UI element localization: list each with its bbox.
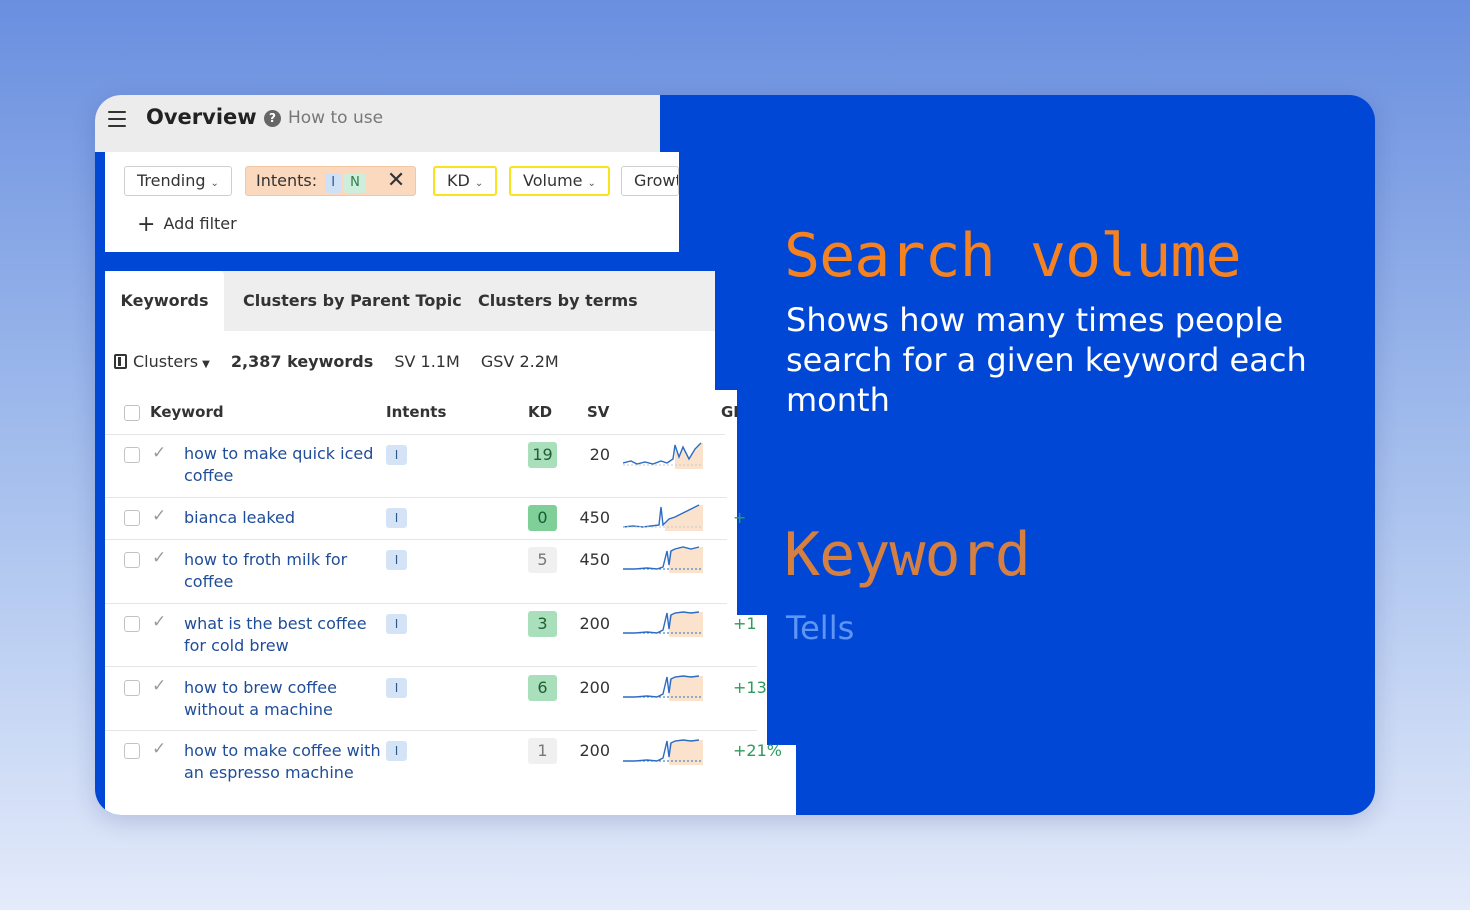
add-filter-button[interactable]: + Add filter [137, 212, 237, 237]
keyword-count: 2,387 keywords [230, 352, 374, 371]
menu-icon[interactable] [108, 111, 126, 127]
row-divider [105, 497, 727, 498]
clusters-toggle[interactable]: Clusters [133, 352, 198, 371]
sv-value: 200 [579, 614, 610, 633]
intents-label: Intents: [256, 171, 318, 190]
trend-sparkline [623, 739, 703, 765]
sv-value: 20 [589, 445, 610, 464]
intent-badge: I [386, 614, 407, 634]
intent-badge: I [386, 678, 407, 698]
chevron-down-icon: ⌄ [587, 178, 596, 189]
row-divider [105, 539, 727, 540]
trend-sparkline [623, 442, 703, 469]
kd-label: KD [447, 171, 470, 190]
growth-filter-button[interactable]: Growt [621, 166, 679, 196]
intent-n-pill: N [344, 173, 366, 193]
row-checkbox[interactable] [124, 616, 140, 632]
row-checkbox[interactable] [124, 510, 140, 526]
caret-down-icon[interactable]: ▼ [202, 359, 210, 370]
check-icon: ✓ [152, 612, 167, 632]
filters-panel: Trending ⌄ Intents: IN ✕ KD ⌄ Volume ⌄ Grow… [105, 152, 679, 252]
column-header-gi[interactable]: GI [721, 403, 739, 421]
intent-badge: I [386, 445, 407, 465]
total-sv: SV 1.1M [394, 352, 460, 371]
volume-filter-button[interactable]: Volume ⌄ [509, 166, 610, 196]
sv-value: 450 [579, 508, 610, 527]
keyword-link[interactable]: what is the best coffee for cold brew [184, 613, 384, 657]
intent-badge: I [386, 550, 407, 570]
intent-badge: I [386, 508, 407, 528]
row-divider [105, 730, 757, 731]
row-divider [105, 666, 757, 667]
keyword-link[interactable]: how to make quick iced coffee [184, 443, 384, 487]
chevron-down-icon: ⌄ [474, 178, 484, 189]
row-checkbox[interactable] [124, 680, 140, 696]
row-checkbox[interactable] [124, 743, 140, 759]
select-all-checkbox[interactable] [124, 405, 140, 421]
volume-label: Volume [523, 171, 583, 190]
header-divider [105, 434, 725, 435]
column-header-kd[interactable]: KD [528, 403, 552, 421]
sv-value: 200 [579, 678, 610, 697]
promo-card: Overview ? How to use Trending ⌄ Intents:… [95, 95, 1375, 815]
column-header-sv[interactable]: SV [587, 403, 609, 421]
help-icon[interactable]: ? [264, 110, 281, 127]
check-icon: ✓ [152, 443, 167, 463]
intents-filter-button[interactable]: Intents: IN ✕ [245, 166, 417, 196]
tabs-bar: Keywords Clusters by Parent Topic Cluste… [105, 271, 715, 331]
column-header-keyword[interactable]: Keyword [150, 403, 224, 421]
summary-row: Clusters ▼ 2,387 keywords SV 1.1M GSV 2.2… [114, 352, 559, 371]
check-icon: ✓ [152, 676, 167, 696]
heading-keyword: Keyword [784, 520, 1031, 590]
intent-badge: I [386, 741, 407, 761]
tab-keywords[interactable]: Keywords [105, 271, 224, 331]
trend-sparkline [623, 546, 703, 573]
check-icon: ✓ [152, 506, 167, 526]
page-title: Overview [146, 105, 257, 129]
row-checkbox[interactable] [124, 552, 140, 568]
growth-value: +13 [733, 678, 767, 697]
check-icon: ✓ [152, 548, 167, 568]
keyword-link[interactable]: how to brew coffee without a machine [184, 677, 384, 721]
check-icon: ✓ [152, 739, 167, 759]
trend-sparkline [623, 611, 703, 637]
chevron-down-icon: ⌄ [210, 178, 219, 189]
sv-value: 450 [579, 550, 610, 569]
add-filter-label: Add filter [163, 214, 237, 233]
intent-i-pill: I [325, 173, 342, 193]
keyword-link[interactable]: bianca leaked [184, 507, 384, 529]
growth-label: Growt [634, 171, 679, 190]
trending-label: Trending [137, 171, 206, 190]
keyword-link[interactable]: how to froth milk for coffee [184, 549, 384, 593]
growth-value: + [733, 508, 747, 527]
keyword-description: Tells [786, 609, 855, 647]
plus-icon: + [137, 212, 156, 237]
column-header-intents[interactable]: Intents [386, 403, 446, 421]
growth-value: +1 [733, 614, 757, 633]
kd-filter-button[interactable]: KD ⌄ [433, 166, 498, 196]
tab-clusters-terms[interactable]: Clusters by terms [478, 271, 638, 331]
trend-sparkline [623, 675, 703, 701]
how-to-use-link[interactable]: How to use [288, 108, 383, 128]
growth-value: +21% [733, 741, 782, 760]
keyword-link[interactable]: how to make coffee with an espresso mach… [184, 740, 384, 784]
trending-filter-button[interactable]: Trending ⌄ [124, 166, 232, 196]
heading-search-volume: Search volume [784, 221, 1242, 291]
trend-sparkline [623, 504, 703, 531]
row-checkbox[interactable] [124, 447, 140, 463]
sv-value: 200 [579, 741, 610, 760]
top-bar: Overview ? How to use [95, 95, 660, 152]
search-volume-description: Shows how many times people search for a… [786, 301, 1307, 419]
close-icon[interactable]: ✕ [387, 168, 405, 193]
clusters-icon[interactable] [114, 354, 127, 369]
tab-clusters-parent-topic[interactable]: Clusters by Parent Topic [243, 271, 462, 331]
row-divider [105, 603, 727, 604]
total-gsv: GSV 2.2M [480, 352, 559, 371]
